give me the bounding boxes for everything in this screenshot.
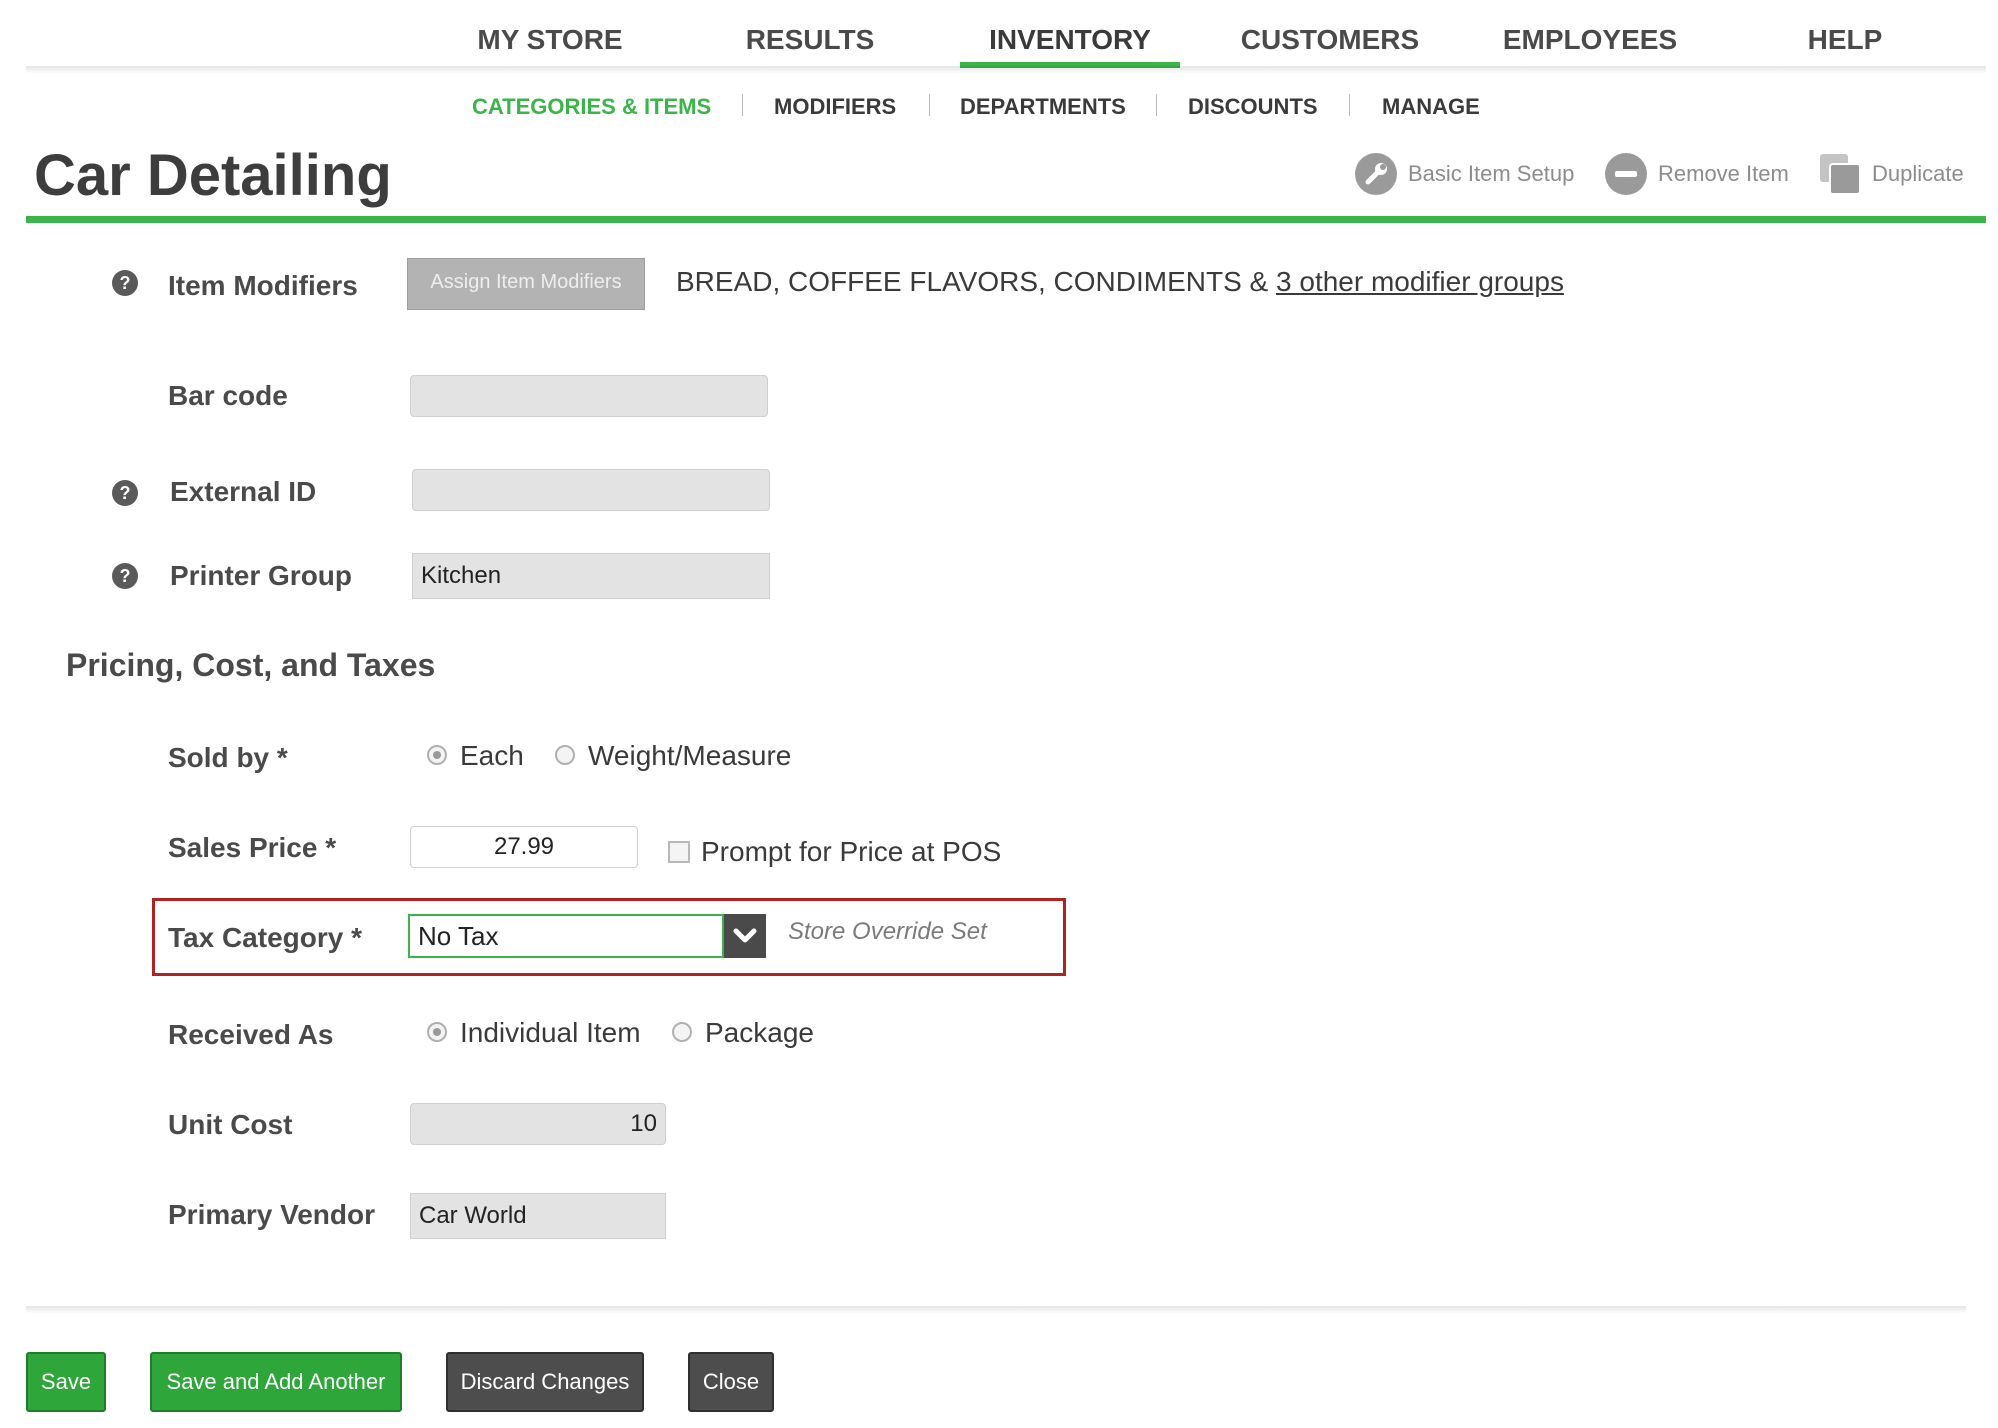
nav-divider (26, 66, 1986, 74)
top-nav: MY STORE RESULTS INVENTORY CUSTOMERS EMP… (0, 0, 1998, 74)
prompt-price-checkbox[interactable] (668, 841, 690, 863)
bar-code-input[interactable] (410, 375, 768, 417)
page-title: Car Detailing (34, 143, 392, 208)
duplicate-icon (1818, 152, 1862, 196)
basic-item-setup-button[interactable]: Basic Item Setup (1354, 152, 1574, 196)
unit-cost-label: Unit Cost (168, 1109, 293, 1140)
duplicate-label: Duplicate (1872, 161, 1964, 186)
help-icon[interactable]: ? (112, 480, 138, 506)
modifier-groups-text: BREAD, COFFEE FLAVORS, CONDIMENTS & (676, 266, 1277, 297)
sales-price-input[interactable] (410, 826, 638, 868)
nav-results[interactable]: RESULTS (720, 22, 900, 62)
subnav-modifiers[interactable]: MODIFIERS (774, 92, 896, 122)
store-override-note: Store Override Set (788, 918, 987, 945)
received-individual-radio[interactable] (427, 1022, 447, 1042)
minus-circle-icon (1604, 152, 1648, 196)
subnav-separator (742, 94, 743, 116)
modifier-summary: BREAD, COFFEE FLAVORS, CONDIMENTS & 3 ot… (676, 264, 1564, 300)
nav-employees[interactable]: EMPLOYEES (1490, 22, 1690, 62)
discard-changes-button[interactable]: Discard Changes (446, 1352, 644, 1412)
nav-customers[interactable]: CUSTOMERS (1230, 22, 1430, 62)
nav-inventory[interactable]: INVENTORY (960, 22, 1180, 68)
subnav-separator (1156, 94, 1157, 116)
prompt-price-label[interactable]: Prompt for Price at POS (701, 834, 1001, 870)
save-and-add-another-button[interactable]: Save and Add Another (150, 1352, 402, 1412)
chevron-down-icon (733, 928, 757, 943)
help-icon[interactable]: ? (112, 270, 138, 296)
basic-item-setup-label: Basic Item Setup (1408, 161, 1575, 186)
wrench-icon (1354, 152, 1398, 196)
printer-group-label: Printer Group (170, 560, 353, 591)
unit-cost-input[interactable] (410, 1103, 666, 1145)
footer-divider (26, 1306, 1966, 1314)
subnav-separator (1349, 94, 1350, 116)
tax-category-dropdown-button[interactable] (724, 914, 766, 958)
tax-category-label: Tax Category * (168, 922, 362, 953)
assign-item-modifiers-button[interactable]: Assign Item Modifiers (407, 258, 645, 310)
subnav-separator (929, 94, 930, 116)
sold-by-each-label[interactable]: Each (460, 738, 524, 774)
received-individual-label[interactable]: Individual Item (460, 1015, 641, 1051)
subnav-departments[interactable]: DEPARTMENTS (960, 92, 1126, 122)
close-button[interactable]: Close (688, 1352, 774, 1412)
subnav-categories-items[interactable]: CATEGORIES & ITEMS (472, 92, 711, 122)
external-id-input[interactable] (412, 469, 770, 511)
duplicate-button[interactable]: Duplicate (1818, 152, 1964, 196)
subnav-discounts[interactable]: DISCOUNTS (1188, 92, 1318, 122)
sales-price-label: Sales Price * (168, 832, 337, 863)
remove-item-label: Remove Item (1658, 161, 1789, 186)
item-modifiers-label: Item Modifiers (168, 270, 358, 301)
received-package-label[interactable]: Package (705, 1015, 814, 1051)
help-icon[interactable]: ? (112, 563, 138, 589)
external-id-label: External ID (170, 476, 317, 507)
sold-by-weight-label[interactable]: Weight/Measure (588, 738, 791, 774)
sold-by-weight-radio[interactable] (555, 745, 575, 765)
subnav-manage[interactable]: MANAGE (1382, 92, 1480, 122)
sold-by-label: Sold by * (168, 742, 288, 773)
pricing-section-heading: Pricing, Cost, and Taxes (66, 647, 436, 683)
nav-my-store[interactable]: MY STORE (460, 22, 640, 62)
remove-item-button[interactable]: Remove Item (1604, 152, 1789, 196)
printer-group-input[interactable] (412, 553, 770, 599)
tax-category-select[interactable]: No Tax (408, 914, 724, 958)
primary-vendor-label: Primary Vendor (168, 1199, 375, 1230)
other-modifier-groups-link[interactable]: 3 other modifier groups (1276, 266, 1564, 297)
primary-vendor-input[interactable] (410, 1193, 666, 1239)
sold-by-each-radio[interactable] (427, 745, 447, 765)
title-divider (26, 216, 1986, 223)
save-button[interactable]: Save (26, 1352, 106, 1412)
received-package-radio[interactable] (672, 1022, 692, 1042)
bar-code-label: Bar code (168, 380, 288, 411)
nav-help[interactable]: HELP (1790, 22, 1900, 62)
received-as-label: Received As (168, 1019, 334, 1050)
